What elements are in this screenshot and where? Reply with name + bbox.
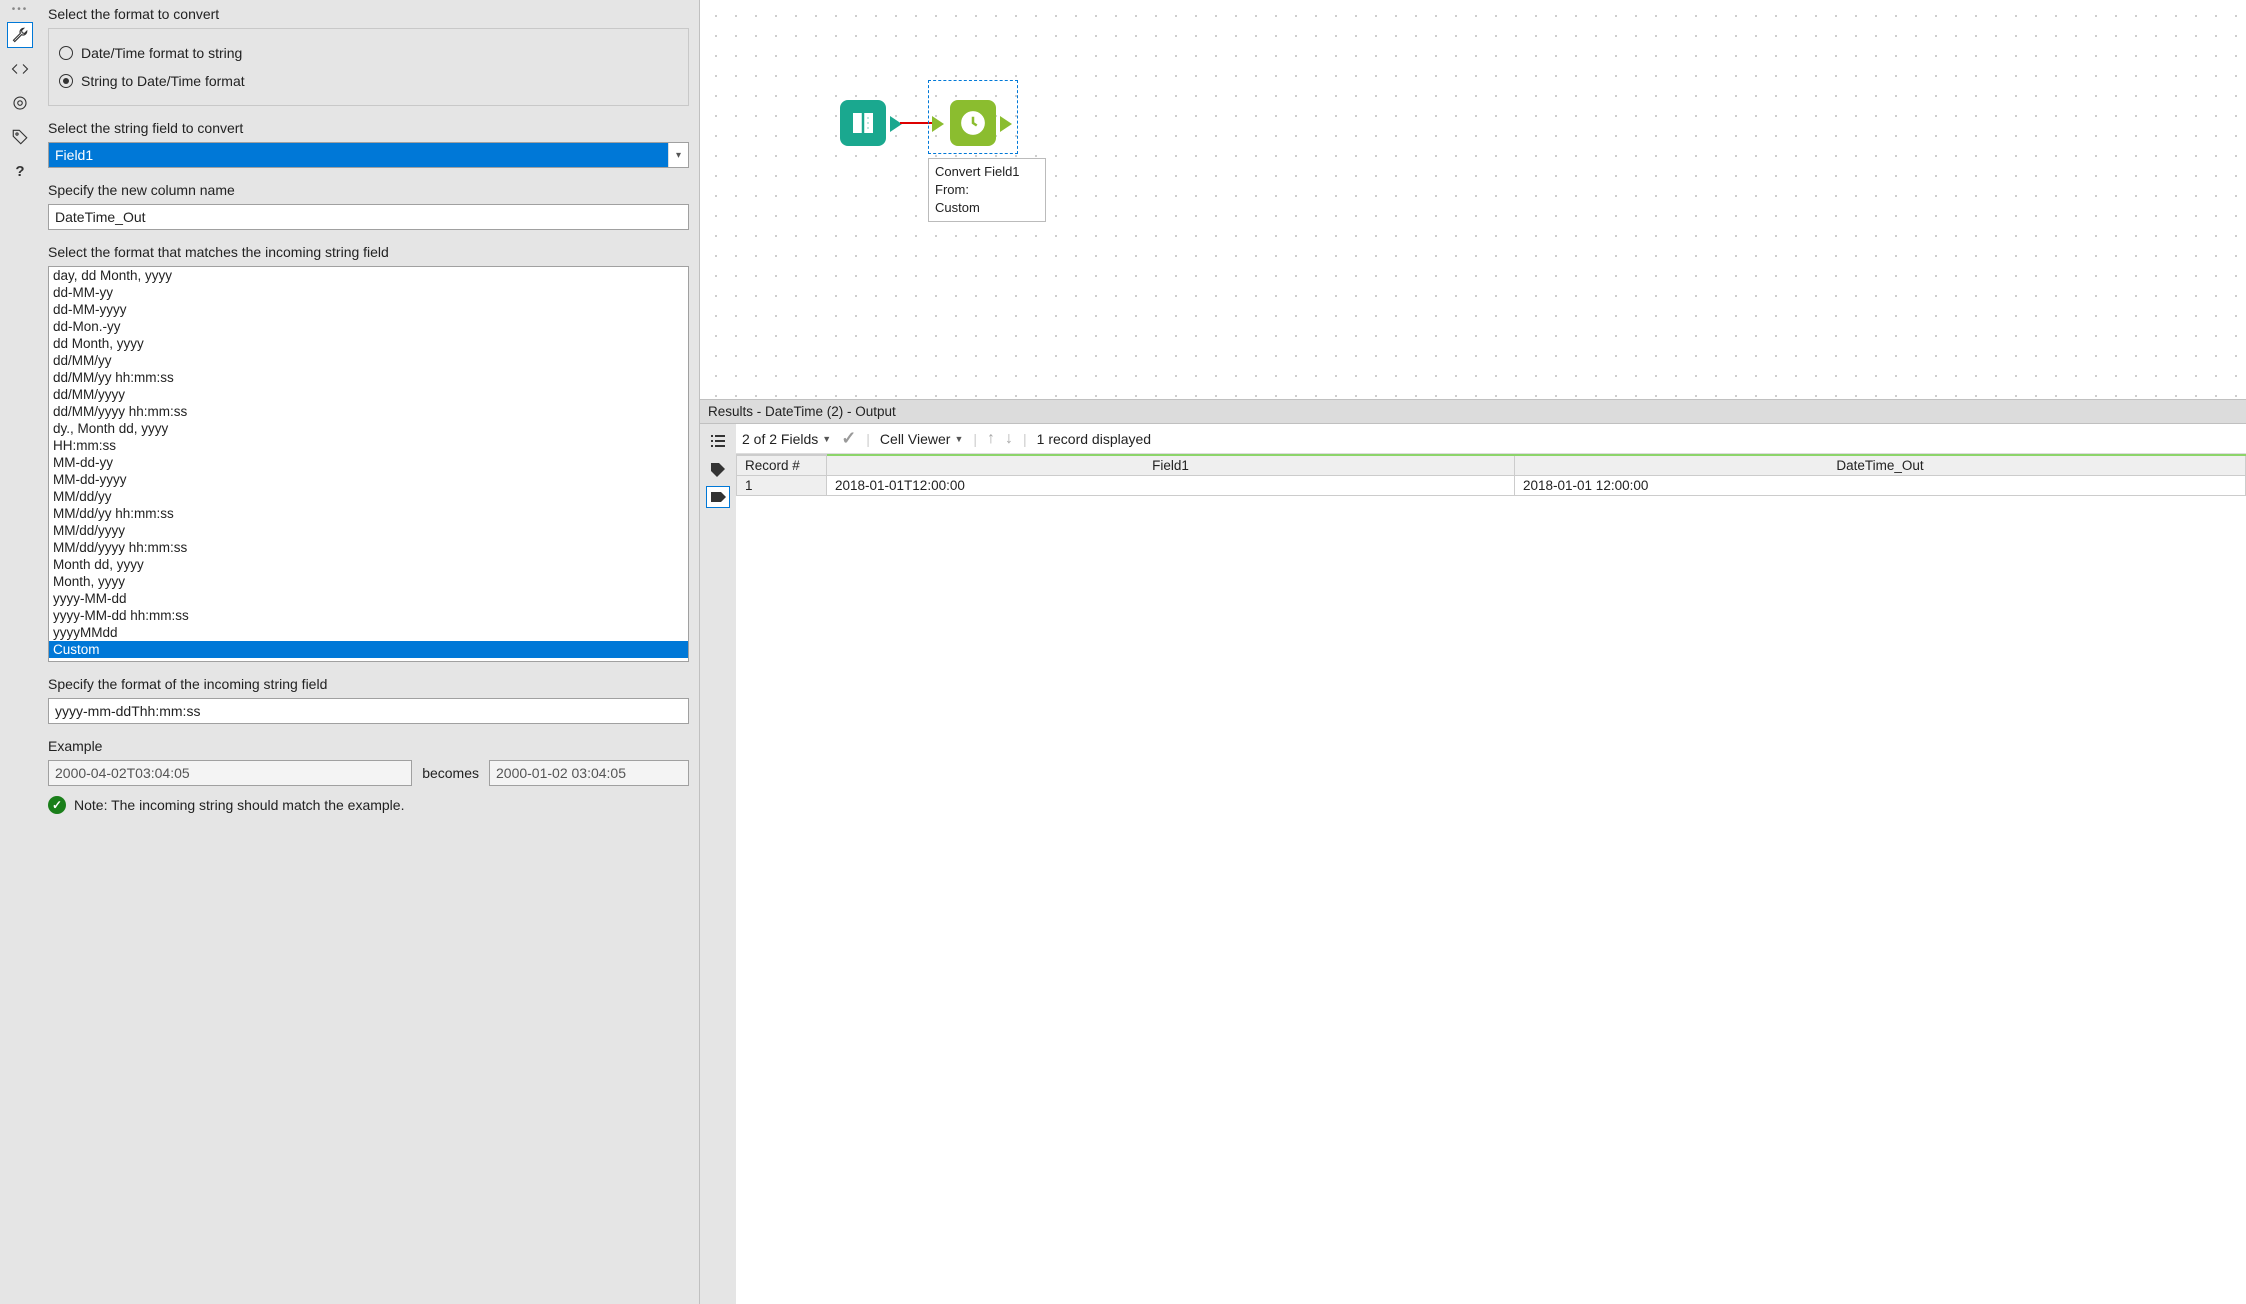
chevron-down-icon: ▼ <box>822 434 831 444</box>
cell-recnum: 1 <box>737 476 827 496</box>
format-item[interactable]: dd/MM/yy <box>49 352 688 369</box>
format-item[interactable]: MM-dd-yy <box>49 454 688 471</box>
radio-label: Date/Time format to string <box>81 45 242 61</box>
help-icon[interactable]: ? <box>7 158 33 184</box>
radio-icon <box>59 74 73 88</box>
radio-icon <box>59 46 73 60</box>
results-toolbar: 2 of 2 Fields ▼ ✓ | Cell Viewer ▼ | ↑ ↓ … <box>736 424 2246 454</box>
annotation-line: Custom <box>935 199 1039 217</box>
format-list-label: Select the format that matches the incom… <box>48 244 689 260</box>
string-field-combo[interactable]: Field1 ▾ <box>48 142 689 168</box>
string-field-label: Select the string field to convert <box>48 120 689 136</box>
output-anchor-icon[interactable] <box>890 116 902 132</box>
format-item[interactable]: dd Month, yyyy <box>49 335 688 352</box>
radio-group-title: Select the format to convert <box>48 6 689 22</box>
check-circle-icon: ✓ <box>48 796 66 814</box>
tag-icon[interactable] <box>7 124 33 150</box>
column-header-field1[interactable]: Field1 <box>827 455 1515 476</box>
datetime-tool-node[interactable] <box>950 100 996 146</box>
code-icon[interactable] <box>7 56 33 82</box>
format-item[interactable]: dd/MM/yy hh:mm:ss <box>49 369 688 386</box>
format-item[interactable]: MM/dd/yyyy hh:mm:ss <box>49 539 688 556</box>
datetime-node-annotation[interactable]: Convert Field1 From: Custom <box>928 158 1046 222</box>
format-item[interactable]: day, dd Month, yyyy <box>49 267 688 284</box>
format-item[interactable]: yyyyMMdd <box>49 624 688 641</box>
results-grid[interactable]: Record # Field1 DateTime_Out 12018-01-01… <box>736 454 2246 496</box>
clock-icon <box>958 108 988 138</box>
config-side-toolbar: ••• ? <box>0 0 40 1304</box>
cell-viewer-label: Cell Viewer <box>880 431 951 447</box>
fields-summary: 2 of 2 Fields <box>742 431 818 447</box>
radio-string-to-datetime[interactable]: String to Date/Time format <box>59 67 678 95</box>
book-icon <box>848 108 878 138</box>
format-item[interactable]: MM/dd/yy <box>49 488 688 505</box>
results-header: Results - DateTime (2) - Output <box>700 400 2246 424</box>
results-side-toolbar <box>700 424 736 1304</box>
cell-viewer-dropdown[interactable]: Cell Viewer ▼ <box>880 431 963 447</box>
format-item[interactable]: dd-Mon.-yy <box>49 318 688 335</box>
tag-view-icon[interactable] <box>706 458 730 480</box>
format-item[interactable]: HH:mm:ss <box>49 437 688 454</box>
format-item[interactable]: dd-MM-yyyy <box>49 301 688 318</box>
format-item[interactable]: Month, yyyy <box>49 573 688 590</box>
format-item[interactable]: dy., Month dd, yyyy <box>49 420 688 437</box>
apply-check-icon[interactable]: ✓ <box>841 428 856 449</box>
output-view-icon[interactable] <box>706 486 730 508</box>
format-item[interactable]: MM/dd/yy hh:mm:ss <box>49 505 688 522</box>
workflow-canvas[interactable]: Convert Field1 From: Custom <box>700 0 2246 400</box>
input-anchor-icon[interactable] <box>932 116 944 132</box>
custom-format-label: Specify the format of the incoming strin… <box>48 676 689 692</box>
radio-datetime-to-string[interactable]: Date/Time format to string <box>59 39 678 67</box>
format-item[interactable]: dd-MM-yy <box>49 284 688 301</box>
format-item[interactable]: MM-dd-yyyy <box>49 471 688 488</box>
becomes-label: becomes <box>422 765 479 781</box>
configuration-panel: Select the format to convert Date/Time f… <box>40 0 700 1304</box>
format-listbox[interactable]: day, dd Month, yyyydd-MM-yydd-MM-yyyydd-… <box>48 266 689 662</box>
example-input-value <box>48 760 412 786</box>
format-item[interactable]: Custom <box>49 641 688 658</box>
format-item[interactable]: yyyy-MM-dd <box>49 590 688 607</box>
text-input-tool-node[interactable] <box>840 100 886 146</box>
format-item[interactable]: Month dd, yyyy <box>49 556 688 573</box>
cell-field1: 2018-01-01T12:00:00 <box>827 476 1515 496</box>
example-label: Example <box>48 738 689 754</box>
sort-asc-icon[interactable]: ↑ <box>987 430 995 448</box>
chevron-down-icon: ▼ <box>954 434 963 444</box>
wrench-icon[interactable] <box>7 22 33 48</box>
new-column-label: Specify the new column name <box>48 182 689 198</box>
list-view-icon[interactable] <box>706 430 730 452</box>
cell-datetimeout: 2018-01-01 12:00:00 <box>1515 476 2246 496</box>
custom-format-input[interactable] <box>48 698 689 724</box>
format-item[interactable]: MM/dd/yyyy <box>49 522 688 539</box>
column-header-recnum[interactable]: Record # <box>737 455 827 476</box>
convert-direction-radio-group: Date/Time format to string String to Dat… <box>48 28 689 106</box>
fields-dropdown[interactable]: 2 of 2 Fields ▼ <box>742 431 831 447</box>
new-column-input[interactable] <box>48 204 689 230</box>
format-item[interactable]: yyyy-MM-dd hh:mm:ss <box>49 607 688 624</box>
record-count-label: 1 record displayed <box>1037 431 1151 447</box>
drag-handle-icon: ••• <box>12 6 29 14</box>
target-icon[interactable] <box>7 90 33 116</box>
example-output-value <box>489 760 689 786</box>
table-row[interactable]: 12018-01-01T12:00:002018-01-01 12:00:00 <box>737 476 2246 496</box>
radio-label: String to Date/Time format <box>81 73 245 89</box>
chevron-down-icon: ▾ <box>668 143 688 167</box>
sort-desc-icon[interactable]: ↓ <box>1005 430 1013 448</box>
format-item[interactable]: dd/MM/yyyy hh:mm:ss <box>49 403 688 420</box>
output-anchor-icon[interactable] <box>1000 116 1012 132</box>
string-field-value: Field1 <box>53 147 95 163</box>
format-note: Note: The incoming string should match t… <box>74 797 404 813</box>
column-header-datetimeout[interactable]: DateTime_Out <box>1515 455 2246 476</box>
annotation-line: Convert Field1 <box>935 163 1039 181</box>
format-item[interactable]: dd/MM/yyyy <box>49 386 688 403</box>
annotation-line: From: <box>935 181 1039 199</box>
connection-wire[interactable] <box>900 122 934 124</box>
